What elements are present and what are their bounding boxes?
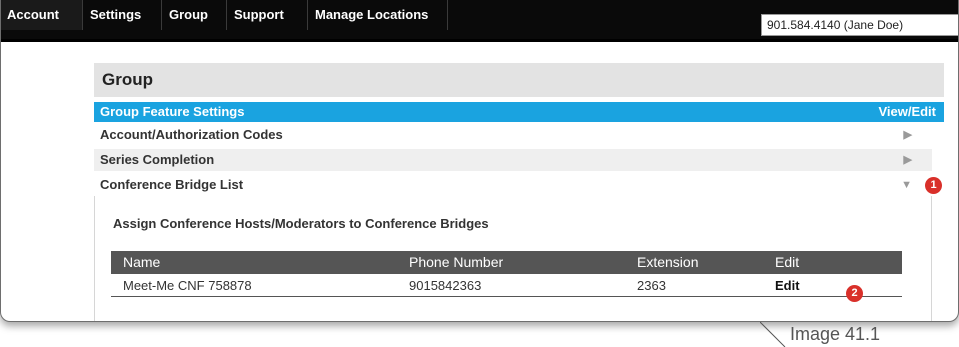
- nav-settings[interactable]: Settings: [84, 0, 162, 30]
- cell-extension: 2363: [637, 278, 666, 293]
- conference-bridge-section: Assign Conference Hosts/Moderators to Co…: [94, 196, 932, 321]
- column-header-extension: Extension: [637, 254, 699, 270]
- column-header-edit: Edit: [775, 254, 800, 270]
- cell-name: Meet-Me CNF 758878: [123, 278, 252, 293]
- row-conference-bridge-list[interactable]: Conference Bridge List ▼: [94, 174, 932, 196]
- cell-phone: 9015842363: [409, 278, 482, 293]
- edit-link[interactable]: Edit: [775, 274, 800, 297]
- callout-badge-1: 1: [925, 177, 942, 194]
- image-caption: Image 41.1: [790, 324, 881, 344]
- table-row: Meet-Me CNF 758878 9015842363 2363 Edit: [111, 274, 902, 297]
- app-frame: Account Settings Group Support Manage Lo…: [0, 0, 959, 322]
- nav-support[interactable]: Support: [228, 0, 308, 30]
- section-title: Assign Conference Hosts/Moderators to Co…: [113, 216, 489, 231]
- nav-account[interactable]: Account: [1, 0, 83, 30]
- row-account-authorization-codes[interactable]: Account/Authorization Codes ▶: [94, 124, 932, 146]
- row-label: Account/Authorization Codes: [100, 127, 283, 142]
- triangle-right-icon[interactable]: ▶: [904, 124, 912, 146]
- user-selector[interactable]: 901.584.4140 (Jane Doe): [761, 14, 958, 36]
- callout-badge-2: 2: [846, 285, 863, 302]
- top-navigation: Account Settings Group Support Manage Lo…: [1, 0, 958, 42]
- row-series-completion[interactable]: Series Completion ▶: [94, 149, 932, 171]
- triangle-down-icon[interactable]: ▼: [901, 174, 912, 196]
- column-header-name: Name: [123, 254, 161, 270]
- view-edit-link[interactable]: View/Edit: [878, 102, 936, 122]
- nav-manage-locations[interactable]: Manage Locations: [309, 0, 448, 30]
- table-header: Name Phone Number Extension Edit: [111, 251, 902, 274]
- page-title: Group: [94, 63, 944, 97]
- group-feature-settings-bar: Group Feature Settings View/Edit: [94, 102, 944, 122]
- triangle-right-icon[interactable]: ▶: [904, 149, 912, 171]
- feature-bar-label: Group Feature Settings: [100, 104, 245, 119]
- row-label: Series Completion: [100, 152, 215, 167]
- column-header-phone: Phone Number: [409, 254, 504, 270]
- row-label: Conference Bridge List: [100, 177, 244, 192]
- nav-group[interactable]: Group: [163, 0, 227, 30]
- group-panel: Group Group Feature Settings View/Edit A…: [94, 63, 944, 321]
